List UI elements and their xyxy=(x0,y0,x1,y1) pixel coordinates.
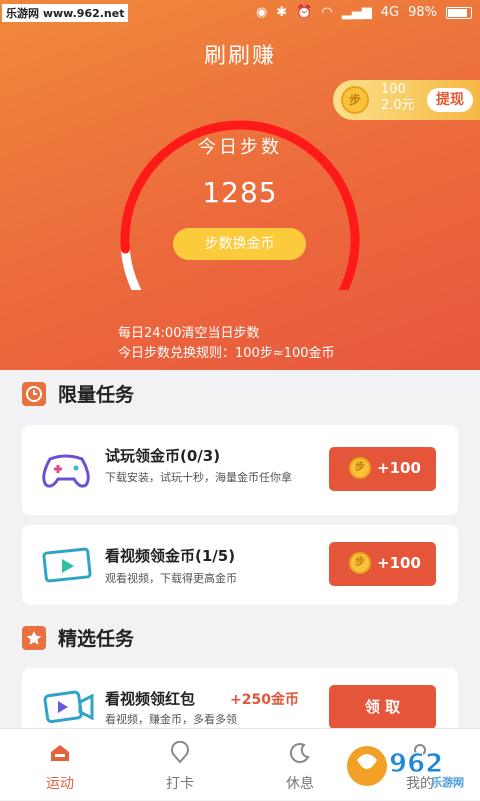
task-description: 下载安装，试玩十秒，海量金币任你拿 xyxy=(105,471,292,484)
reward-amount: +100 xyxy=(377,554,421,572)
tab-rest[interactable]: 休息 xyxy=(240,729,360,801)
task-card-trial[interactable]: 试玩领金币(0/3) 下载安装，试玩十秒，海量金币任你拿 步 +100 xyxy=(22,425,458,515)
battery-percent: 98% xyxy=(408,5,437,20)
coin-icon: 步 xyxy=(349,552,371,574)
reward-amount: +100 xyxy=(377,459,421,477)
network-label: 4G xyxy=(380,5,400,20)
withdraw-button[interactable]: 提现 xyxy=(427,88,473,112)
film-icon xyxy=(42,547,92,583)
map-pin-icon xyxy=(171,741,189,764)
step-count: 1285 xyxy=(202,176,278,209)
tab-label: 休息 xyxy=(286,776,314,792)
home-icon xyxy=(51,745,69,761)
section-title: 限量任务 xyxy=(58,384,135,406)
tab-label: 打卡 xyxy=(166,776,194,792)
coin-icon: 步 xyxy=(341,86,369,114)
task-title: 看视频领红包 xyxy=(105,690,196,708)
star-icon xyxy=(22,625,46,650)
watermark-text: 962 xyxy=(389,749,443,779)
today-steps-label: 今日步数 xyxy=(198,137,282,158)
money-amount: 2.0元 xyxy=(381,98,415,113)
tab-sport[interactable]: 运动 xyxy=(0,729,120,801)
battery-icon xyxy=(446,6,472,19)
tab-checkin[interactable]: 打卡 xyxy=(120,729,240,801)
gamepad-icon xyxy=(42,454,90,488)
gauge-track xyxy=(120,244,142,290)
task-card-video[interactable]: 看视频领金币(1/5) 观看视频，下载得更高金币 步 +100 xyxy=(22,525,458,605)
location-icon: ◉ xyxy=(255,5,268,20)
task-description: 看视频，赚金币，多看多领 xyxy=(105,713,237,726)
coin-icon: 步 xyxy=(349,457,371,479)
status-bar: 乐游网 www.962.net ◉ ✱ ⏰ ◠ ▂▄▆ 4G 98% xyxy=(0,0,480,28)
watermark-sub: 乐游网 xyxy=(431,776,464,789)
reset-rule: 每日24:00清空当日步数 xyxy=(118,326,260,341)
section-title: 精选任务 xyxy=(58,628,135,650)
site-watermark: 乐游网 www.962.net xyxy=(2,4,129,22)
clock-icon xyxy=(22,381,46,406)
bluetooth-icon: ✱ xyxy=(276,5,288,20)
exchange-coins-button[interactable]: 步数换金币 xyxy=(173,228,306,260)
alarm-icon: ⏰ xyxy=(296,5,313,20)
task-description: 观看视频，下载得更高金币 xyxy=(105,572,237,585)
reward-button[interactable]: 步 +100 xyxy=(329,447,436,491)
claim-button[interactable]: 领 取 xyxy=(329,685,436,729)
bonus-label: +250金币 xyxy=(230,692,299,708)
selected-tasks-header: 精选任务 xyxy=(22,624,134,651)
tab-label: 运动 xyxy=(46,776,74,792)
coin-count: 100 xyxy=(381,82,406,97)
video-camera-icon xyxy=(43,690,94,724)
signal-icon: ▂▄▆ xyxy=(341,5,372,20)
962-watermark-logo: 962 乐游网 xyxy=(345,740,475,792)
limited-tasks-header: 限量任务 xyxy=(22,380,134,407)
wifi-icon: ◠ xyxy=(321,5,333,20)
task-title: 看视频领金币(1/5) xyxy=(105,547,236,565)
page-title: 刷刷赚 xyxy=(203,44,276,69)
moon-icon xyxy=(289,743,310,764)
task-title: 试玩领金币(0/3) xyxy=(105,447,221,465)
exchange-rule: 今日步数兑换规则：100步≈100金币 xyxy=(118,346,335,361)
reward-button[interactable]: 步 +100 xyxy=(329,542,436,586)
withdraw-panel[interactable]: 步 100 2.0元 提现 xyxy=(333,80,480,120)
